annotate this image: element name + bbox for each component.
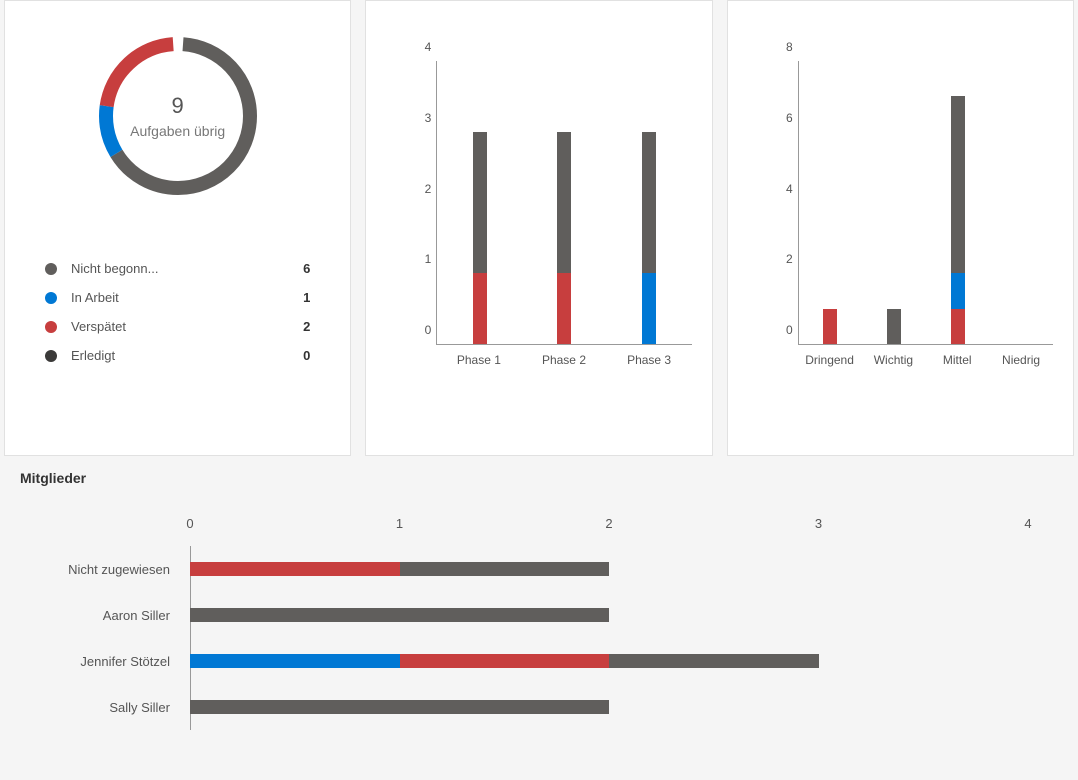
legend-label: Nicht begonn... (71, 261, 303, 276)
bar-segment (190, 562, 400, 576)
priority-chart: 02468DringendWichtigMittelNiedrig (768, 61, 1053, 365)
bar-column (642, 132, 656, 344)
phases-chart-card: 0 1 2 3 4 Phase 1 Phase 2 Phase 3 (365, 0, 712, 456)
bar-segment (473, 273, 487, 344)
legend-swatch (45, 263, 57, 275)
bar-segment (473, 132, 487, 274)
bar-segment (951, 309, 965, 344)
legend-row: Verspätet2 (45, 319, 310, 334)
bar-column (951, 96, 965, 344)
x-label: Phase 3 (619, 353, 679, 367)
bar-segment (190, 654, 400, 668)
legend-label: Verspätet (71, 319, 303, 334)
bar-segment (400, 654, 610, 668)
legend-count: 6 (303, 261, 310, 276)
bar-segment (557, 132, 571, 274)
bar-column (557, 132, 571, 344)
bar-column (823, 309, 837, 344)
members-chart: 01234Nicht zugewiesenAaron SillerJennife… (190, 516, 1028, 730)
legend-count: 2 (303, 319, 310, 334)
bar-segment (190, 700, 609, 714)
x-label: Mittel (927, 353, 987, 367)
x-label: Niedrig (991, 353, 1051, 367)
legend-row: In Arbeit1 (45, 290, 310, 305)
legend-swatch (45, 321, 57, 333)
bar-column (473, 132, 487, 344)
priority-chart-card: 0 2 4 6 8 DringendWichtig Mittel Niedrig (727, 0, 1074, 456)
bar-segment (887, 309, 901, 344)
member-label: Sally Siller (10, 700, 180, 715)
legend-label: Erledigt (71, 348, 303, 363)
x-label: Phase 1 (449, 353, 509, 367)
x-tick: 3 (815, 516, 822, 531)
donut-center-value: 9 (172, 93, 184, 119)
y-tick: 4 (769, 182, 793, 196)
member-label: Aaron Siller (10, 608, 180, 623)
x-tick: 2 (605, 516, 612, 531)
phases-chart: 01234Phase 1Phase 2Phase 3 (406, 61, 691, 365)
bar-column (887, 309, 901, 344)
bar-segment (190, 608, 609, 622)
y-tick: 4 (407, 40, 431, 54)
legend-label: In Arbeit (71, 290, 303, 305)
bar-segment (400, 562, 610, 576)
y-tick: 8 (769, 40, 793, 54)
members-title: Mitglieder (20, 470, 1068, 486)
donut-legend: Nicht begonn...6In Arbeit1Verspätet2Erle… (25, 261, 330, 363)
x-label: Phase 2 (534, 353, 594, 367)
legend-row: Erledigt0 (45, 348, 310, 363)
x-tick: 1 (396, 516, 403, 531)
member-row: Sally Siller (190, 684, 1028, 730)
x-label: Dringend (800, 353, 860, 367)
y-tick: 0 (769, 323, 793, 337)
status-donut-card: 9 Aufgaben übrig Nicht begonn...6In Arbe… (4, 0, 351, 456)
y-tick: 6 (769, 111, 793, 125)
x-tick: 0 (186, 516, 193, 531)
donut-chart: 9 Aufgaben übrig (25, 31, 330, 201)
member-row: Jennifer Stötzel (190, 638, 1028, 684)
bar-segment (823, 309, 837, 344)
x-label: Wichtig (863, 353, 923, 367)
y-tick: 3 (407, 111, 431, 125)
y-tick: 1 (407, 252, 431, 266)
y-tick: 2 (769, 252, 793, 266)
bar-segment (642, 132, 656, 274)
member-row: Aaron Siller (190, 592, 1028, 638)
member-label: Nicht zugewiesen (10, 562, 180, 577)
bar-segment (951, 96, 965, 273)
member-label: Jennifer Stötzel (10, 654, 180, 669)
y-tick: 2 (407, 182, 431, 196)
legend-swatch (45, 350, 57, 362)
members-section: Mitglieder 01234Nicht zugewiesenAaron Si… (0, 456, 1078, 740)
legend-swatch (45, 292, 57, 304)
x-tick: 4 (1024, 516, 1031, 531)
bar-segment (609, 654, 819, 668)
bar-segment (557, 273, 571, 344)
legend-count: 1 (303, 290, 310, 305)
bar-segment (642, 273, 656, 344)
member-row: Nicht zugewiesen (190, 546, 1028, 592)
bar-segment (951, 273, 965, 308)
legend-row: Nicht begonn...6 (45, 261, 310, 276)
legend-count: 0 (303, 348, 310, 363)
donut-center-label: Aufgaben übrig (130, 123, 225, 139)
y-tick: 0 (407, 323, 431, 337)
